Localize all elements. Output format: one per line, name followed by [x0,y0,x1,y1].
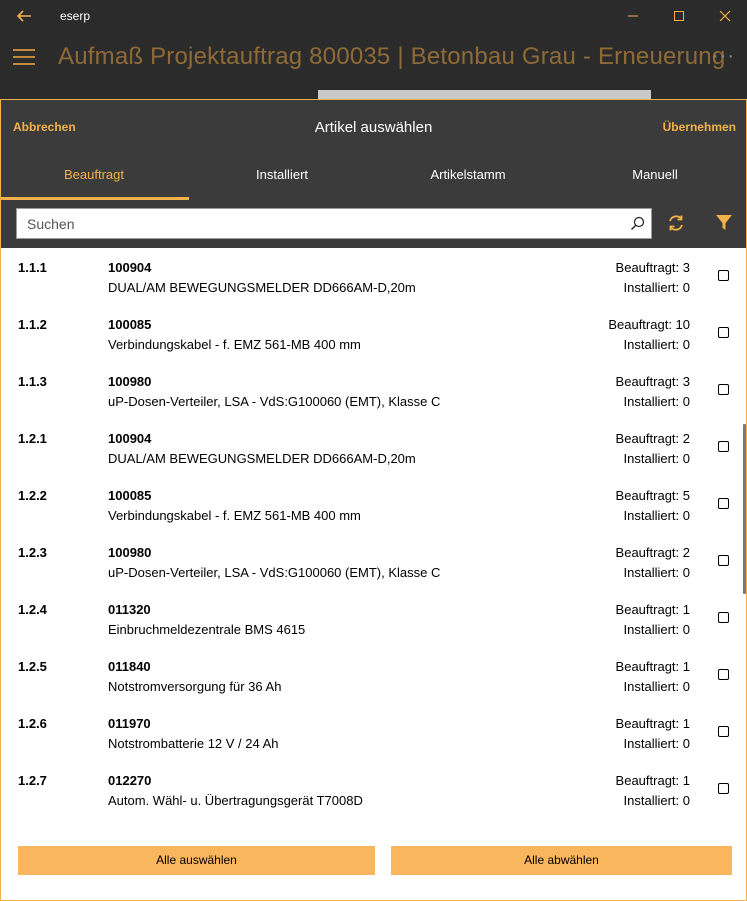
item-number: 100904 [108,260,152,275]
item-name: Einbruchmeldezentrale BMS 4615 [108,622,306,637]
search-box [16,208,652,239]
item-checkbox[interactable] [718,669,729,680]
tab-artikelstamm[interactable]: Artikelstamm [375,156,561,200]
select-all-button[interactable]: Alle auswählen [18,846,375,875]
item-ordered: Beauftragt: 2 [615,431,690,446]
tab-bar: Beauftragt Installiert Artikelstamm Manu… [1,156,746,200]
item-checkbox[interactable] [718,441,729,452]
item-number: 012270 [108,773,152,788]
window-title-bar: eserp [0,0,747,32]
item-number: 100980 [108,374,152,389]
filter-icon[interactable] [715,214,733,237]
search-input[interactable] [17,209,617,238]
item-installed: Installiert: 0 [623,337,690,352]
list-item[interactable]: 1.1.1 100904 DUAL/AM BEWEGUNGSMELDER DD6… [1,248,746,305]
dialog-header: Abbrechen Artikel auswählen Übernehmen B… [1,100,746,248]
item-ordered: Beauftragt: 1 [615,659,690,674]
app-header: Aufmaß Projektauftrag 800035 | Betonbau … [0,32,747,86]
item-position: 1.1.3 [18,374,47,389]
item-name: Verbindungskabel - f. EMZ 561-MB 400 mm [108,337,361,352]
list-item[interactable]: 1.1.2 100085 Verbindungskabel - f. EMZ 5… [1,305,746,362]
item-ordered: Beauftragt: 10 [608,317,690,332]
item-position: 1.1.1 [18,260,47,275]
item-installed: Installiert: 0 [623,280,690,295]
tab-manuell[interactable]: Manuell [562,156,747,200]
item-number: 011840 [108,659,151,674]
item-number: 100980 [108,545,152,560]
more-icon[interactable]: ··· [712,45,735,68]
item-installed: Installiert: 0 [623,793,690,808]
list-item[interactable]: 1.2.3 100980 uP-Dosen-Verteiler, LSA - V… [1,533,746,590]
item-installed: Installiert: 0 [623,508,690,523]
page-title: Aufmaß Projektauftrag 800035 | Betonbau … [58,43,726,70]
item-name: DUAL/AM BEWEGUNGSMELDER DD666AM-D,20m [108,280,416,295]
item-number: 011970 [108,716,151,731]
close-icon[interactable] [702,0,747,32]
item-ordered: Beauftragt: 1 [615,716,690,731]
list-item[interactable]: 1.1.3 100980 uP-Dosen-Verteiler, LSA - V… [1,362,746,419]
list-item[interactable]: 1.2.7 012270 Autom. Wähl- u. Übertragung… [1,761,746,818]
deselect-all-button[interactable]: Alle abwählen [391,846,732,875]
item-installed: Installiert: 0 [623,622,690,637]
item-name: uP-Dosen-Verteiler, LSA - VdS:G100060 (E… [108,565,441,580]
item-position: 1.2.4 [18,602,47,617]
item-ordered: Beauftragt: 3 [615,374,690,389]
item-checkbox[interactable] [718,783,729,794]
item-installed: Installiert: 0 [623,451,690,466]
list-item[interactable]: 1.2.5 011840 Notstromversorgung für 36 A… [1,647,746,704]
item-ordered: Beauftragt: 3 [615,260,690,275]
item-position: 1.2.5 [18,659,47,674]
list-item[interactable]: 1.2.2 100085 Verbindungskabel - f. EMZ 5… [1,476,746,533]
app-title: eserp [60,9,91,23]
item-name: Autom. Wähl- u. Übertragungsgerät T7008D [108,793,363,808]
maximize-icon[interactable] [656,0,702,32]
item-number: 100085 [108,317,152,332]
item-installed: Installiert: 0 [623,679,690,694]
item-name: Verbindungskabel - f. EMZ 561-MB 400 mm [108,508,361,523]
minimize-icon[interactable] [610,0,656,32]
item-ordered: Beauftragt: 5 [615,488,690,503]
item-checkbox[interactable] [718,498,729,509]
item-checkbox[interactable] [718,384,729,395]
list-item[interactable]: 1.2.6 011970 Notstrombatterie 12 V / 24 … [1,704,746,761]
item-name: Notstrombatterie 12 V / 24 Ah [108,736,279,751]
dialog-title: Artikel auswählen [314,119,433,136]
item-name: uP-Dosen-Verteiler, LSA - VdS:G100060 (E… [108,394,441,409]
search-icon[interactable] [630,216,645,236]
item-checkbox[interactable] [718,270,729,281]
item-installed: Installiert: 0 [623,736,690,751]
item-number: 100904 [108,431,152,446]
list-item[interactable]: 1.2.4 011320 Einbruchmeldezentrale BMS 4… [1,590,746,647]
item-position: 1.2.2 [18,488,47,503]
back-arrow-icon[interactable] [12,6,36,26]
item-name: Notstromversorgung für 36 Ah [108,679,282,694]
list-scrollbar[interactable] [743,424,746,594]
item-number: 100085 [108,488,152,503]
refresh-icon[interactable] [666,213,686,238]
item-position: 1.2.7 [18,773,47,788]
item-position: 1.2.6 [18,716,47,731]
item-checkbox[interactable] [718,555,729,566]
item-position: 1.2.1 [18,431,47,446]
item-number: 011320 [108,602,151,617]
item-checkbox[interactable] [718,327,729,338]
item-ordered: Beauftragt: 1 [615,602,690,617]
item-checkbox[interactable] [718,726,729,737]
item-position: 1.2.3 [18,545,47,560]
list-item[interactable]: 1.2.1 100904 DUAL/AM BEWEGUNGSMELDER DD6… [1,419,746,476]
item-checkbox[interactable] [718,612,729,623]
article-list: 1.1.1 100904 DUAL/AM BEWEGUNGSMELDER DD6… [1,248,746,828]
item-installed: Installiert: 0 [623,565,690,580]
tab-beauftragt[interactable]: Beauftragt [1,156,189,200]
hamburger-menu-icon[interactable] [13,49,35,65]
item-ordered: Beauftragt: 1 [615,773,690,788]
tab-installiert[interactable]: Installiert [189,156,375,200]
item-installed: Installiert: 0 [623,394,690,409]
item-name: DUAL/AM BEWEGUNGSMELDER DD666AM-D,20m [108,451,416,466]
item-position: 1.1.2 [18,317,47,332]
item-ordered: Beauftragt: 2 [615,545,690,560]
select-article-dialog: Abbrechen Artikel auswählen Übernehmen B… [0,99,747,901]
accept-button[interactable]: Übernehmen [663,120,736,134]
